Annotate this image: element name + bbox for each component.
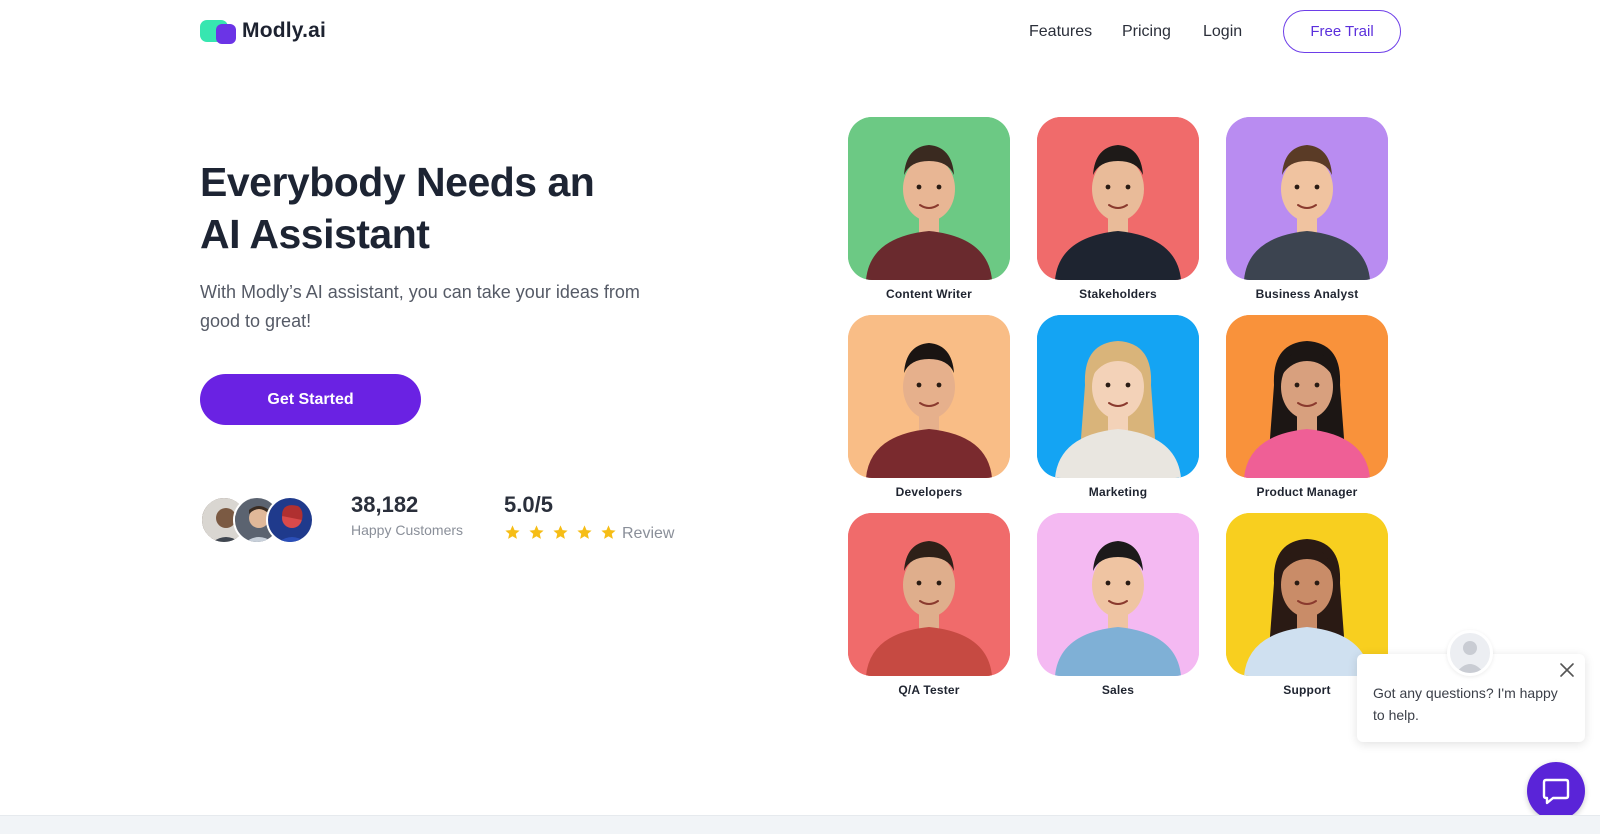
customers-label: Happy Customers [351,522,464,538]
nav-link-features[interactable]: Features [1029,23,1092,41]
rating-stars [504,524,617,541]
star-icon [529,525,544,539]
chat-agent-avatar [1447,630,1493,676]
persona-card[interactable] [1226,117,1388,280]
close-icon[interactable] [1558,661,1576,679]
persona-label: Business Analyst [1255,287,1359,301]
star-icon [601,525,616,539]
persona-label: Sales [1101,683,1135,697]
star-icon [577,525,592,539]
chat-launcher-button[interactable] [1527,762,1585,820]
persona-card[interactable] [848,117,1010,280]
persona-portrait [1226,117,1388,280]
customer-avatars [200,496,316,544]
persona-card[interactable] [1037,117,1199,280]
persona-label: Developers [895,485,963,499]
hero-title: Everybody Needs an AI Assistant [200,156,595,260]
persona-card[interactable] [1226,315,1388,478]
persona-portrait [1037,117,1199,280]
persona-portrait [1037,315,1199,478]
persona-portrait [1226,315,1388,478]
hero-subtitle: With Modly’s AI assistant, you can take … [200,282,640,331]
persona-label: Content Writer [886,287,972,301]
footer-band [0,815,1600,834]
persona-label: Marketing [1088,485,1148,499]
hero-title-line2: AI Assistant [200,211,430,257]
star-icon [505,525,520,539]
logo-mark-icon [200,18,236,44]
persona-portrait [1037,513,1199,676]
logo-text: Modly.ai [242,19,327,42]
free-trial-button[interactable]: Free Trail [1283,10,1401,53]
rating-value: 5.0/5 [504,492,553,517]
persona-portrait [848,117,1010,280]
hero-title-line1: Everybody Needs an [200,159,595,205]
nav-link-login[interactable]: Login [1203,23,1242,41]
star-icon [553,525,568,539]
logo[interactable]: Modly.ai [200,18,326,44]
persona-card[interactable] [848,315,1010,478]
persona-label: Stakeholders [1079,287,1157,301]
customer-avatar [266,496,314,544]
customers-count: 38,182 [351,492,419,517]
persona-card[interactable] [1037,315,1199,478]
persona-card[interactable] [848,513,1010,676]
rating-label: Review [622,525,675,542]
persona-label: Product Manager [1256,485,1358,499]
persona-card[interactable] [1037,513,1199,676]
chat-message: Got any questions? I'm happy to help. [1373,685,1558,723]
nav-link-pricing[interactable]: Pricing [1122,23,1171,41]
persona-label: Q/A Tester [898,683,960,697]
persona-card[interactable] [1226,513,1388,676]
persona-portrait [1226,513,1388,676]
persona-portrait [848,315,1010,478]
chat-icon [1542,778,1570,805]
get-started-button[interactable]: Get Started [200,374,421,425]
persona-portrait [848,513,1010,676]
